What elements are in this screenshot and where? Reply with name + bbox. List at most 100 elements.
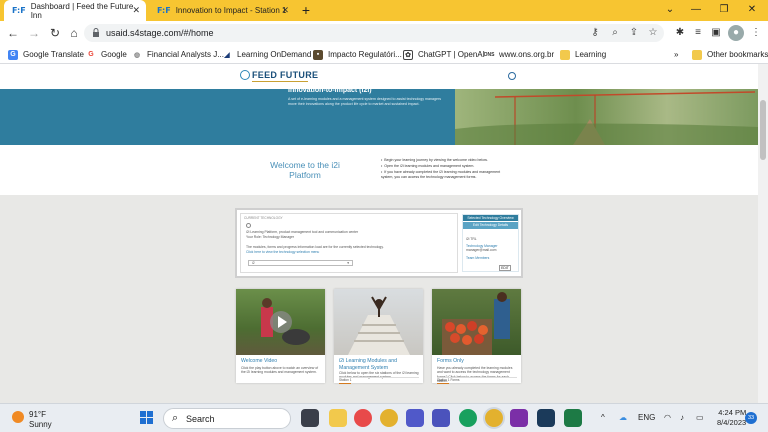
chevron-down-icon: ▾ [347, 261, 349, 265]
sun-icon [12, 411, 24, 423]
welcome-section: Welcome to the i2i Platform Begin your l… [0, 145, 758, 195]
restore-button[interactable]: ❐ [714, 2, 734, 18]
onenote-icon[interactable] [510, 409, 528, 427]
ons-icon: ONS [483, 51, 495, 58]
edit-button[interactable]: EDIT [499, 265, 511, 271]
battery-icon[interactable]: ▭ [696, 413, 704, 422]
chrome-icon[interactable] [380, 409, 398, 427]
forms-only-card[interactable]: Forms Only Have you already completed th… [432, 289, 521, 384]
bookmark-label: ChatGPT | OpenAI [418, 50, 485, 59]
tab-search-icon[interactable]: ⌄ [660, 2, 680, 18]
forms-status[interactable]: Station 1 Forms [437, 377, 517, 384]
share-icon[interactable]: ⇪ [627, 25, 641, 41]
back-button[interactable]: ← [5, 25, 21, 41]
feed-the-future-favicon: F:F [157, 6, 171, 15]
tab-innovation-to-impact[interactable]: F:F Innovation to Impact - Station 1 ✕ [149, 0, 295, 21]
file-explorer-icon[interactable] [329, 409, 347, 427]
close-tab-icon[interactable]: ✕ [281, 5, 289, 16]
extensions-icon[interactable]: ✱ [672, 25, 688, 41]
panel-line-2: Your Role: Technology Manager [246, 235, 295, 239]
volume-icon[interactable]: ♪ [680, 413, 684, 422]
search-icon: ⌕ [172, 412, 179, 424]
key-icon[interactable]: ⚷ [588, 25, 602, 41]
bookmark-folder-learning[interactable]: Learning [560, 48, 606, 61]
technology-selection-link[interactable]: Click here to view the technology select… [246, 250, 456, 255]
feed-the-future-logo[interactable]: FEED FUTURE [240, 70, 318, 80]
close-tab-icon[interactable]: ✕ [132, 5, 140, 16]
card-title[interactable]: Welcome Video [241, 358, 323, 365]
zoom-icon[interactable]: ⌕ [608, 25, 622, 41]
forward-button[interactable]: → [26, 25, 42, 41]
welcome-title: Welcome to the i2i Platform [270, 160, 340, 180]
bookmark-google[interactable]: G Google [86, 48, 127, 61]
forms-only-thumbnail[interactable] [432, 289, 521, 355]
bookmark-chatgpt[interactable]: ✿ ChatGPT | OpenAI [403, 48, 485, 61]
clock-time: 4:24 PM [718, 408, 747, 417]
card-title[interactable]: Forms Only [437, 358, 519, 365]
excel-icon[interactable] [564, 409, 582, 427]
learning-ondemand-icon: ◢ [224, 51, 230, 59]
bookmark-label: Financial Analysts J... [147, 50, 224, 59]
welcome-instructions: Begin your learning journey by viewing t… [381, 158, 501, 181]
bookmark-ons[interactable]: ONS www.ons.org.br [483, 48, 555, 61]
sacks-illustration [348, 296, 410, 355]
start-button[interactable] [140, 411, 154, 425]
panel-line-3: The modules, forms and progress informat… [246, 245, 384, 249]
system-clock[interactable]: 4:24 PM 8/4/2023 [717, 408, 746, 428]
wifi-icon[interactable]: ◠ [664, 413, 671, 422]
teams-work-icon[interactable] [432, 409, 450, 427]
bookmark-impacto-regulatorio[interactable]: ▪ Impacto Regulatóri... [313, 48, 402, 61]
firefox-icon[interactable] [354, 409, 372, 427]
teams-icon[interactable] [406, 409, 424, 427]
welcome-item[interactable]: Open the i2i learning modules and manage… [381, 164, 501, 169]
farmer-illustration [261, 298, 310, 345]
chevron-up-icon[interactable]: ^ [601, 413, 605, 422]
windows-taskbar: 91°F Sunny ⌕ Search ^ ☁ ENG ◠ ♪ ▭ 4:24 P… [0, 403, 768, 432]
close-window-button[interactable]: ✕ [742, 2, 762, 18]
bookmark-learning-ondemand[interactable]: ◢ Learning OnDemand [222, 48, 311, 61]
trl-field: i2i TRL [466, 237, 477, 241]
capture-tool-icon[interactable] [537, 409, 555, 427]
team-members-field: Team Members [466, 256, 490, 260]
bookmark-google-translate[interactable]: G Google Translate [8, 48, 84, 61]
select-value: i2 [252, 261, 255, 265]
learning-modules-card[interactable]: i2i Learning Modules and Management Syst… [334, 289, 423, 384]
onedrive-icon[interactable]: ☁ [619, 413, 627, 422]
tab-dashboard[interactable]: F:F Dashboard | Feed the Future Inn ✕ [4, 0, 146, 21]
site-header: FEED FUTURE [0, 64, 758, 89]
home-button[interactable]: ⌂ [66, 25, 82, 41]
address-bar[interactable]: usaid.s4stage.com/#/home ⚷ ⌕ ⇪ ☆ [84, 24, 664, 42]
chrome-active-icon[interactable] [485, 409, 503, 427]
tab-title: Innovation to Impact - Station 1 [175, 6, 287, 15]
station-status[interactable]: Station 1 [339, 377, 419, 384]
taskbar-search[interactable]: ⌕ Search [163, 408, 291, 429]
new-tab-button[interactable]: + [298, 2, 314, 18]
tab-strip: F:F Dashboard | Feed the Future Inn ✕ F:… [0, 0, 768, 21]
bookmark-star-icon[interactable]: ☆ [646, 25, 660, 41]
notification-badge[interactable]: 33 [745, 412, 757, 424]
technology-select[interactable]: i2 ▾ [248, 260, 353, 266]
reading-list-icon[interactable]: ≡ [690, 25, 706, 41]
panel-heading: CURRENT TECHNOLOGY [244, 216, 283, 220]
grammarly-icon[interactable] [459, 409, 477, 427]
bookmark-financial-analysts[interactable]: ◍ Financial Analysts J... [132, 48, 224, 61]
welcome-video-card[interactable]: Welcome Video Click the play button abov… [236, 289, 325, 383]
edit-technology-details[interactable]: Edit Technology Details [463, 222, 518, 229]
learning-modules-thumbnail[interactable] [334, 289, 423, 355]
scrollbar-thumb[interactable] [760, 100, 766, 160]
task-view-icon[interactable] [301, 409, 319, 427]
welcome-video-thumbnail[interactable] [236, 289, 325, 355]
tomatoes-illustration [442, 292, 510, 355]
user-icon[interactable] [508, 72, 516, 80]
language-indicator[interactable]: ENG [638, 413, 655, 422]
other-bookmarks-folder[interactable]: Other bookmarks [692, 48, 768, 61]
bookmark-label: www.ons.org.br [499, 50, 555, 59]
minimize-button[interactable]: — [686, 2, 706, 18]
more-bookmarks-button[interactable]: » [674, 48, 678, 61]
reload-button[interactable]: ↻ [47, 25, 63, 41]
card-title[interactable]: i2i Learning Modules and Management Syst… [339, 358, 421, 371]
profile-avatar[interactable]: ● [728, 25, 744, 41]
hero-banner: Innovation-to-Impact (i2i) A set of e-le… [0, 87, 758, 145]
menu-icon[interactable]: ⋮ [748, 25, 764, 41]
side-panel-icon[interactable]: ▣ [708, 25, 724, 41]
